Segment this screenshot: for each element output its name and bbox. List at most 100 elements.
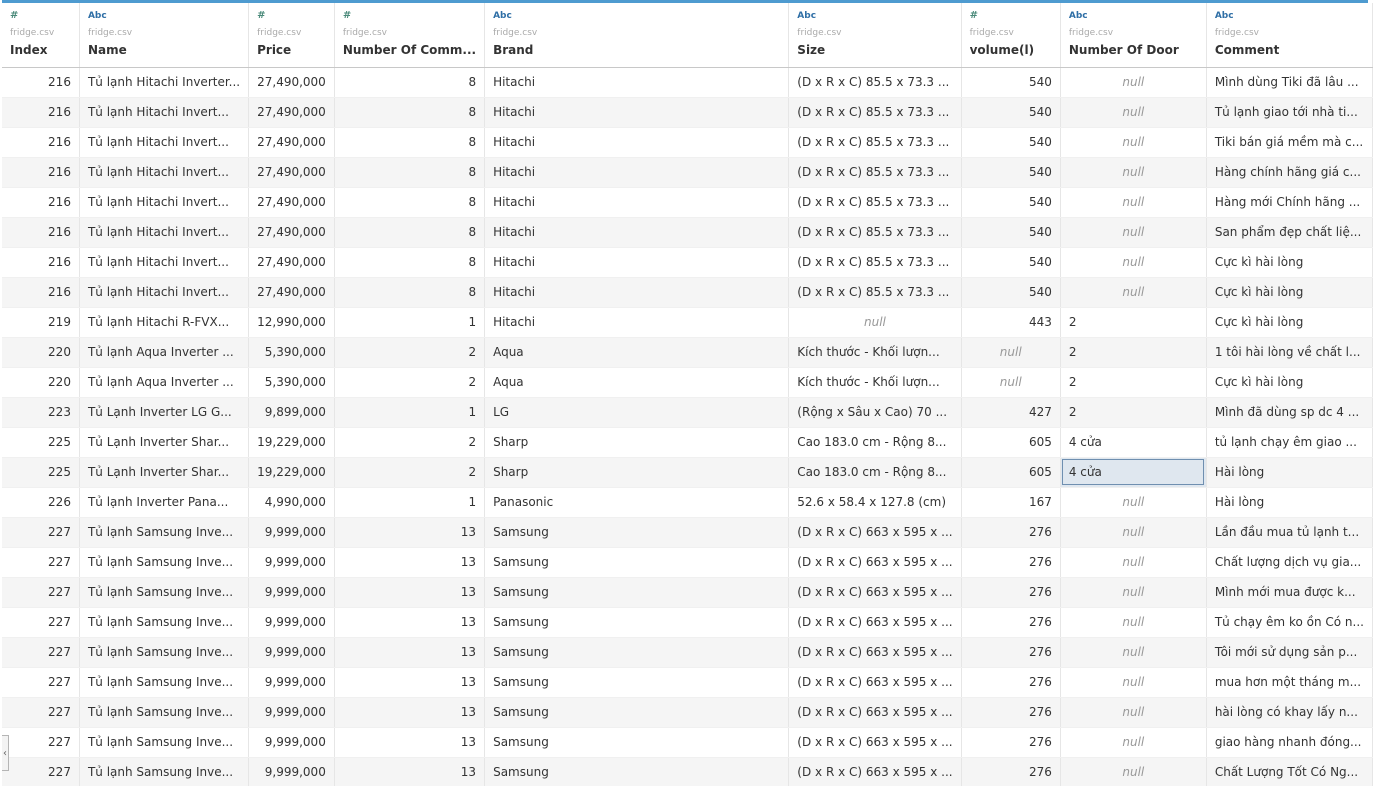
table-cell[interactable]: (D x R x C) 663 x 595 x ...: [788, 757, 962, 786]
table-cell[interactable]: Chất lượng dịch vụ gia...: [1206, 547, 1373, 578]
table-cell[interactable]: Kích thước - Khối lượn...: [788, 337, 962, 368]
table-cell[interactable]: 226: [2, 487, 80, 518]
table-cell[interactable]: null: [1060, 277, 1207, 308]
table-cell[interactable]: (Rộng x Sâu x Cao) 70 ...: [788, 397, 962, 428]
table-cell[interactable]: 227: [2, 577, 80, 608]
table-cell[interactable]: 8: [334, 277, 486, 308]
table-cell[interactable]: 9,999,000: [248, 637, 335, 668]
table-cell[interactable]: Panasonic: [484, 487, 790, 518]
table-cell[interactable]: Hitachi: [484, 157, 790, 188]
table-cell[interactable]: (D x R x C) 663 x 595 x ...: [788, 727, 962, 758]
table-cell[interactable]: null: [1060, 157, 1207, 188]
table-cell[interactable]: Tủ lạnh Hitachi Invert...: [79, 187, 250, 218]
table-cell[interactable]: null: [1060, 127, 1207, 158]
table-cell[interactable]: 227: [2, 757, 80, 786]
table-cell[interactable]: Samsung: [484, 697, 790, 728]
table-cell[interactable]: 8: [334, 157, 486, 188]
table-cell[interactable]: null: [1060, 667, 1207, 698]
table-cell[interactable]: Lần đầu mua tủ lạnh t...: [1206, 517, 1373, 548]
table-cell[interactable]: 1: [334, 397, 486, 428]
table-cell[interactable]: Hitachi: [484, 97, 790, 128]
table-cell[interactable]: Samsung: [484, 667, 790, 698]
table-cell[interactable]: 8: [334, 187, 486, 218]
table-cell[interactable]: null: [961, 367, 1061, 398]
table-cell[interactable]: Tủ lạnh Hitachi Invert...: [79, 127, 250, 158]
table-cell[interactable]: 27,490,000: [248, 97, 335, 128]
table-cell[interactable]: Tủ lạnh giao tới nhà ti...: [1206, 97, 1373, 128]
table-cell[interactable]: 19,229,000: [248, 457, 335, 488]
table-cell[interactable]: (D x R x C) 85.5 x 73.3 ...: [788, 67, 962, 98]
table-cell[interactable]: Hàng mới Chính hãng ...: [1206, 187, 1373, 218]
table-cell[interactable]: 13: [334, 757, 486, 786]
table-cell[interactable]: null: [1060, 757, 1207, 786]
table-cell[interactable]: 5,390,000: [248, 367, 335, 398]
table-cell[interactable]: null: [1060, 217, 1207, 248]
table-cell[interactable]: 9,999,000: [248, 727, 335, 758]
table-cell[interactable]: 13: [334, 547, 486, 578]
table-cell[interactable]: 8: [334, 127, 486, 158]
table-cell[interactable]: Tôi mới sử dụng sản p...: [1206, 637, 1373, 668]
table-cell[interactable]: 220: [2, 367, 80, 398]
table-cell[interactable]: 227: [2, 547, 80, 578]
table-cell[interactable]: 2: [334, 337, 486, 368]
table-cell[interactable]: Tủ lạnh Hitachi Invert...: [79, 157, 250, 188]
table-cell[interactable]: Tủ lạnh Hitachi Invert...: [79, 247, 250, 278]
table-cell[interactable]: 2: [1060, 397, 1207, 428]
table-cell[interactable]: Hài lòng: [1206, 457, 1373, 488]
table-cell[interactable]: 540: [961, 67, 1061, 98]
table-cell[interactable]: 8: [334, 97, 486, 128]
table-cell[interactable]: null: [788, 307, 962, 338]
table-cell[interactable]: 8: [334, 67, 486, 98]
table-cell[interactable]: Aqua: [484, 367, 790, 398]
table-cell[interactable]: Tủ lạnh Samsung Inve...: [79, 757, 250, 786]
table-cell[interactable]: Tiki bán giá mềm mà c...: [1206, 127, 1373, 158]
table-cell[interactable]: 2: [334, 427, 486, 458]
table-cell[interactable]: Tủ lạnh Samsung Inve...: [79, 517, 250, 548]
table-cell[interactable]: null: [1060, 547, 1207, 578]
table-cell[interactable]: 540: [961, 127, 1061, 158]
table-cell[interactable]: Hitachi: [484, 187, 790, 218]
table-cell[interactable]: 2: [334, 367, 486, 398]
table-cell[interactable]: Tủ lạnh Hitachi Invert...: [79, 277, 250, 308]
table-cell[interactable]: Hài lòng: [1206, 487, 1373, 518]
table-cell[interactable]: Tủ lạnh Inverter Pana...: [79, 487, 250, 518]
table-cell[interactable]: null: [1060, 487, 1207, 518]
table-cell[interactable]: 52.6 x 58.4 x 127.8 (cm): [788, 487, 962, 518]
table-cell[interactable]: 2: [1060, 367, 1207, 398]
table-cell[interactable]: 9,999,000: [248, 547, 335, 578]
column-header[interactable]: Abc fridge.csv Name: [79, 3, 250, 68]
table-cell[interactable]: Tủ lạnh Samsung Inve...: [79, 697, 250, 728]
table-cell[interactable]: 27,490,000: [248, 247, 335, 278]
table-cell[interactable]: Cực kì hài lòng: [1206, 277, 1373, 308]
table-cell[interactable]: mua hơn một tháng m...: [1206, 667, 1373, 698]
table-cell[interactable]: 276: [961, 547, 1061, 578]
table-cell[interactable]: 605: [961, 457, 1061, 488]
table-cell[interactable]: Tủ lạnh Samsung Inve...: [79, 727, 250, 758]
table-cell[interactable]: Samsung: [484, 607, 790, 638]
table-cell[interactable]: 219: [2, 307, 80, 338]
table-cell[interactable]: 9,999,000: [248, 757, 335, 786]
table-cell[interactable]: 9,899,000: [248, 397, 335, 428]
table-cell[interactable]: 2: [334, 457, 486, 488]
column-header[interactable]: Abc fridge.csv Number Of Door: [1060, 3, 1207, 68]
table-cell[interactable]: 540: [961, 97, 1061, 128]
table-cell[interactable]: 1 tôi hài lòng về chất l...: [1206, 337, 1373, 368]
table-cell[interactable]: Cao 183.0 cm - Rộng 8...: [788, 457, 962, 488]
table-cell[interactable]: Tủ lạnh Samsung Inve...: [79, 577, 250, 608]
table-cell[interactable]: 216: [2, 217, 80, 248]
table-cell[interactable]: 4 cửa: [1060, 427, 1207, 458]
table-cell[interactable]: null: [1060, 97, 1207, 128]
table-cell[interactable]: 8: [334, 247, 486, 278]
table-cell[interactable]: Hitachi: [484, 127, 790, 158]
table-cell[interactable]: 27,490,000: [248, 157, 335, 188]
table-cell[interactable]: LG: [484, 397, 790, 428]
table-cell[interactable]: Hitachi: [484, 307, 790, 338]
table-cell[interactable]: null: [1060, 577, 1207, 608]
table-cell[interactable]: 9,999,000: [248, 517, 335, 548]
table-cell[interactable]: hài lòng có khay lấy n...: [1206, 697, 1373, 728]
table-cell[interactable]: (D x R x C) 85.5 x 73.3 ...: [788, 217, 962, 248]
table-cell[interactable]: 1: [334, 487, 486, 518]
table-cell[interactable]: San phẩm đẹp chất liệ...: [1206, 217, 1373, 248]
table-cell[interactable]: 540: [961, 157, 1061, 188]
table-cell[interactable]: 223: [2, 397, 80, 428]
